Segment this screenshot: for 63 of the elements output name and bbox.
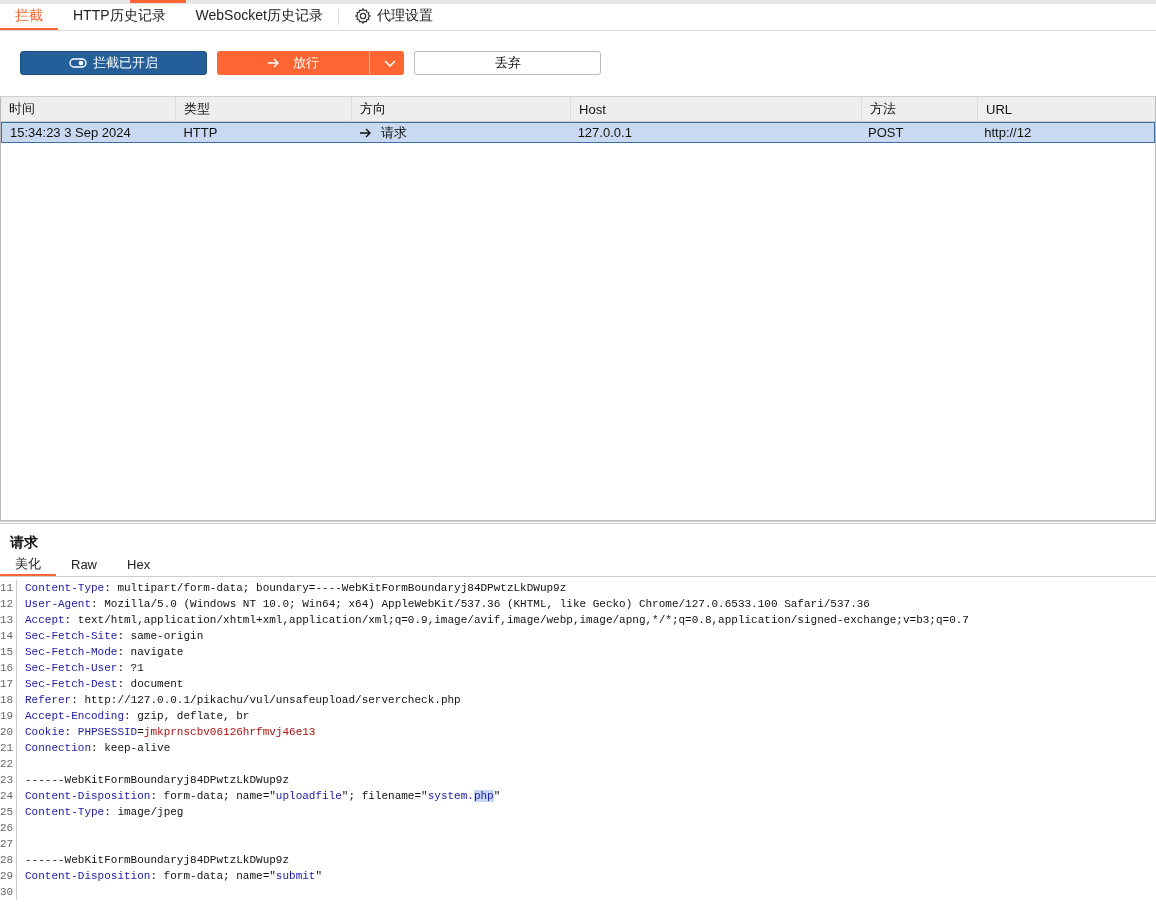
code-line: Sec-Fetch-Mode: navigate [24, 645, 184, 660]
line-number: 20 [0, 724, 17, 740]
tab[interactable]: Raw [56, 554, 112, 576]
line-number: 24 [0, 788, 17, 804]
code-line: Cookie: PHPSESSID=jmkprnscbv06126hrfmvj46e13 [24, 725, 316, 740]
line-number: 16 [0, 660, 17, 676]
line-number: 14 [0, 628, 17, 644]
arrow-right-icon [267, 58, 279, 68]
panel-title: 请求 [9, 533, 39, 552]
table-cell-text: HTTP [182, 124, 219, 142]
line-number: 22 [0, 756, 17, 772]
table-row[interactable]: 15:34:23 3 Sep 2024 HTTP 请求 127.0.0.1 POST http://12 [1, 122, 1155, 143]
column-header[interactable]: 时间 [1, 97, 176, 121]
code-line: Content-Disposition: form-data; name="uploadfile"; filename="system.php" [24, 789, 501, 804]
table-cell-text: http://12 [983, 124, 1033, 142]
line-number: 12 [0, 596, 17, 612]
code-line: Sec-Fetch-Dest: document [24, 677, 184, 692]
line-number: 18 [0, 692, 17, 708]
code-line: ------WebKitFormBoundaryj84DPwtzLkDWup9z [24, 853, 290, 868]
drop-button[interactable]: 丢弃 [414, 51, 601, 75]
line-number: 25 [0, 804, 17, 820]
chevron-down-icon [384, 59, 396, 67]
line-number: 27 [0, 836, 17, 852]
arrow-right-icon [358, 127, 371, 138]
code-line: Sec-Fetch-User: ?1 [24, 661, 144, 676]
line-number: 17 [0, 676, 17, 692]
settings-icon [353, 7, 372, 25]
column-header[interactable]: Host [570, 97, 861, 121]
toggle-icon [69, 58, 87, 68]
line-number: 29 [0, 868, 17, 884]
intercept-toggle-button[interactable]: 拦截已开启 [20, 51, 207, 75]
code-line: Content-Type: multipart/form-data; boundary=----WebKitFormBoundaryj84DPwtzLkDWup9z [24, 581, 567, 596]
line-number: 30 [0, 884, 17, 900]
column-header[interactable]: 类型 [175, 97, 351, 121]
code-line: Connection: keep-alive [24, 741, 171, 756]
code-line: Accept: text/html,application/xhtml+xml,application/xml;q=0.9,image/avif,image/webp,image/apng,*/*;q=0.8,application/signed-exchange;v=b3;q=0.7 [24, 613, 969, 628]
tab[interactable]: Hex [112, 554, 166, 576]
code-line: ------WebKitFormBoundaryj84DPwtzLkDWup9z [24, 773, 290, 788]
code-line: Referer: http://127.0.0.1/pikachu/vul/unsafeupload/servercheck.php [24, 693, 461, 708]
line-number: 21 [0, 740, 17, 756]
code-line: Content-Disposition: form-data; name="submit" [24, 869, 323, 884]
table-cell-text: POST [866, 124, 905, 142]
line-number: 23 [0, 772, 17, 788]
column-header[interactable]: 方法 [860, 97, 977, 121]
table-cell: 请求 [380, 123, 407, 142]
tab[interactable]: HTTP历史记录 [58, 4, 181, 30]
column-header[interactable]: URL [977, 97, 1155, 121]
line-number: 26 [0, 820, 17, 836]
code-line: Content-Type: image/jpeg [24, 805, 184, 820]
table-cell-text: 15:34:23 3 Sep 2024 [9, 124, 132, 142]
line-number: 15 [0, 644, 17, 660]
line-number: 13 [0, 612, 17, 628]
tab[interactable]: 代理设置 [338, 4, 448, 30]
code-line: User-Agent: Mozilla/5.0 (Windows NT 10.0; Win64; x64) AppleWebKit/537.36 (KHTML, like Gecko) Chrome/127.0.6533.100 Safari/537.36 [24, 597, 870, 612]
tab[interactable]: 美化 [0, 554, 56, 576]
tab[interactable]: WebSocket历史记录 [180, 4, 338, 30]
code-line: Sec-Fetch-Site: same-origin [24, 629, 204, 644]
code-line: Accept-Encoding: gzip, deflate, br [24, 709, 250, 724]
line-number: 19 [0, 708, 17, 724]
column-header[interactable]: 方向 [350, 97, 570, 121]
line-number: 28 [0, 852, 17, 868]
line-number: 11 [0, 580, 17, 596]
table-cell-text: 127.0.0.1 [576, 124, 633, 142]
